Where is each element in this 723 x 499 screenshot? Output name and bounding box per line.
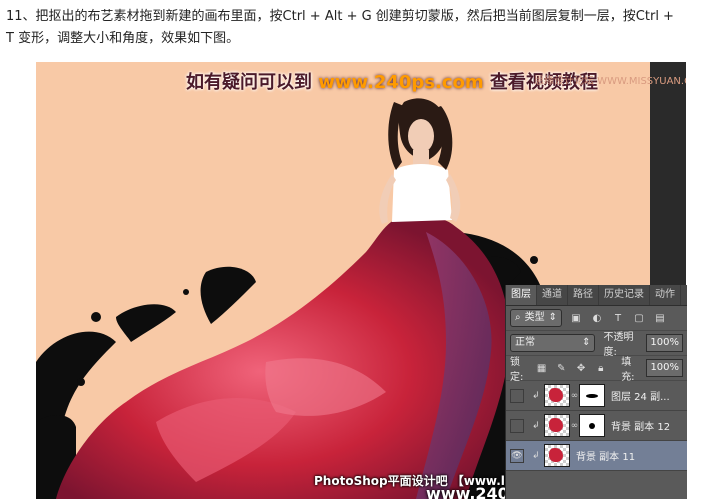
layer-name[interactable]: 图层 24 副...: [611, 388, 670, 403]
layer-row[interactable]: ↲ ∞ 背景 副本 12: [506, 411, 687, 441]
blend-mode-select[interactable]: 正常 ⇕: [510, 334, 596, 352]
tab-channels[interactable]: 通道: [537, 285, 568, 305]
lock-label: 锁定:: [510, 357, 524, 383]
lock-all-icon[interactable]: 🔒︎: [594, 361, 607, 375]
adjustment-filter-icon[interactable]: ◐: [590, 311, 604, 325]
lock-image-icon[interactable]: ✎: [555, 361, 568, 375]
layer-thumbnail: [544, 444, 570, 467]
opacity-input[interactable]: 100%: [646, 334, 683, 352]
blend-row: 正常 ⇕ 不透明度: 100%: [506, 331, 687, 358]
fill-label: 填充:: [621, 357, 635, 383]
watermark-top: 思缘设计论坛 WWW.MISSYUAN.COM: [534, 76, 686, 87]
type-filter-icon[interactable]: T: [611, 311, 625, 325]
tab-actions[interactable]: 动作: [650, 285, 681, 305]
layer-row-selected[interactable]: 👁︎ ↲ 背景 副本 11: [506, 441, 687, 471]
layer-thumbnail: [544, 384, 570, 407]
layers-panel: 图层 通道 路径 历史记录 动作 ⌕ 类型 ⇕ ▣ ◐ T ▢ ▤ 正常 ⇕ 不…: [505, 285, 687, 499]
instruction-line-2: T 变形，调整大小和角度，效果如下图。: [6, 31, 240, 46]
panel-tabs: 图层 通道 路径 历史记录 动作: [506, 285, 687, 306]
filter-select[interactable]: ⌕ 类型 ⇕: [510, 309, 562, 327]
layer-name[interactable]: 背景 副本 12: [611, 418, 670, 433]
layer-thumbnail: [544, 414, 570, 437]
chevron-icon: ⇕: [582, 337, 591, 348]
blend-mode-value: 正常: [515, 337, 535, 348]
layer-mask-thumbnail[interactable]: [579, 384, 605, 407]
model-figure: [379, 98, 461, 224]
instruction-text: 11、把抠出的布艺素材拖到新建的画布里面，按Ctrl + Alt + G 创建剪…: [6, 6, 718, 50]
fabric-dress: [56, 215, 510, 499]
chain-link-icon[interactable]: ∞: [570, 391, 579, 401]
search-icon: ⌕: [515, 312, 521, 323]
layer-mask-thumbnail[interactable]: [579, 414, 605, 437]
tab-layers[interactable]: 图层: [506, 285, 537, 305]
eye-icon[interactable]: 👁︎: [510, 448, 524, 463]
clipping-arrow-icon: ↲: [532, 450, 540, 461]
banner-prefix: 如有疑问可以到: [186, 72, 312, 93]
lock-transparent-icon[interactable]: ▦: [535, 361, 548, 375]
shape-filter-icon[interactable]: ▢: [632, 311, 646, 325]
visibility-toggle[interactable]: [510, 388, 524, 403]
smart-object-filter-icon[interactable]: ▤: [653, 311, 667, 325]
tab-paths[interactable]: 路径: [568, 285, 599, 305]
banner-url: www.240ps.com: [318, 72, 484, 93]
clipping-arrow-icon: ↲: [532, 420, 540, 431]
instruction-line-1: 11、把抠出的布艺素材拖到新建的画布里面，按Ctrl + Alt + G 创建剪…: [6, 9, 674, 24]
filter-label: 类型: [524, 312, 545, 323]
clipping-arrow-icon: ↲: [532, 390, 540, 401]
layer-row[interactable]: ↲ ∞ 图层 24 副...: [506, 381, 687, 411]
chain-link-icon[interactable]: ∞: [570, 421, 579, 431]
pixel-filter-icon[interactable]: ▣: [569, 311, 583, 325]
visibility-toggle[interactable]: [510, 418, 524, 433]
lock-row: 锁定: ▦ ✎ ✥ 🔒︎ 填充: 100%: [506, 356, 687, 383]
fill-input[interactable]: 100%: [646, 359, 684, 377]
chevron-icon: ⇕: [548, 312, 557, 323]
lock-position-icon[interactable]: ✥: [575, 361, 588, 375]
tab-history[interactable]: 历史记录: [599, 285, 650, 305]
layer-name[interactable]: 背景 副本 11: [576, 448, 635, 463]
filter-row: ⌕ 类型 ⇕ ▣ ◐ T ▢ ▤: [506, 306, 687, 331]
